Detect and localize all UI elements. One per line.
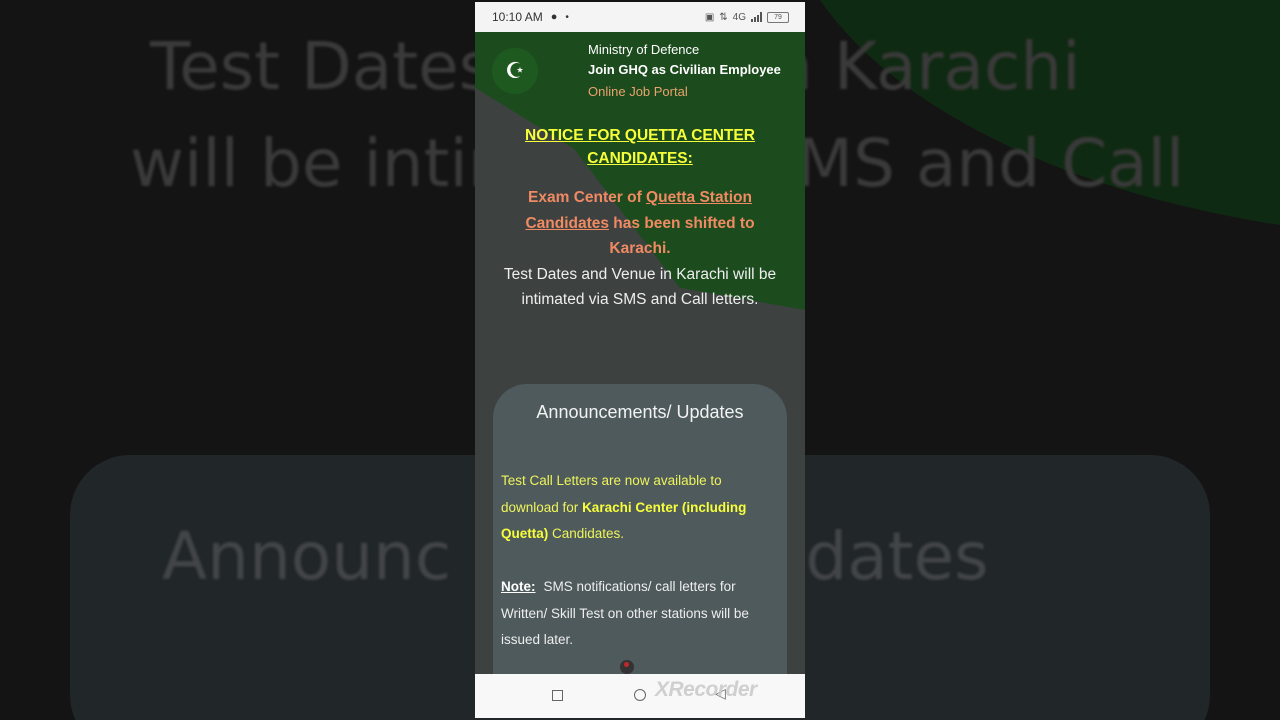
header-text-block: Ministry of Defence Join GHQ as Civilian…: [588, 40, 803, 104]
android-nav-bar: ◁ XRecorder: [475, 674, 805, 718]
ministry-title: Ministry of Defence: [588, 42, 700, 57]
announcements-card: Announcements/ Updates Test Call Letters…: [493, 384, 787, 674]
network-type-label: 4G: [732, 11, 746, 23]
home-button[interactable]: [634, 689, 646, 701]
recent-apps-button[interactable]: [552, 690, 563, 701]
notice-title: NOTICE FOR QUETTA CENTER CANDIDATES:: [525, 127, 755, 167]
phone-screen: 10:10 AM ● • ▣ ⇅ 4G 79 ☪ Ministry of Def…: [475, 2, 805, 718]
notice-sms-message: Test Dates and Venue in Karachi will be …: [503, 265, 777, 309]
status-time: 10:10 AM: [492, 10, 543, 24]
status-bar: 10:10 AM ● • ▣ ⇅ 4G 79: [475, 2, 805, 32]
note-text: SMS notifications/ call letters for Writ…: [501, 579, 749, 647]
recorder-bubble-icon[interactable]: [620, 660, 634, 674]
xrecorder-watermark: XRecorder: [655, 678, 757, 701]
cast-icon: ▣: [704, 11, 715, 23]
status-icons: ▣ ⇅ 4G 79: [704, 11, 789, 23]
chat-notification-icon: ●: [550, 11, 558, 23]
battery-icon: 79: [767, 11, 789, 23]
join-ghq-tagline: Join GHQ as Civilian Employee: [588, 62, 781, 77]
signal-icon: [751, 12, 762, 22]
notice-shift-message: Exam Center of Quetta Station Candidates…: [525, 189, 755, 257]
call-letters-announcement[interactable]: Test Call Letters are now available to d…: [501, 468, 783, 548]
web-page-content[interactable]: ☪ Ministry of Defence Join GHQ as Civili…: [475, 32, 805, 674]
data-transfer-icon: ⇅: [719, 11, 728, 23]
pakistan-army-logo-icon: ☪: [492, 48, 538, 94]
notice-section: NOTICE FOR QUETTA CENTER CANDIDATES: Exa…: [493, 124, 787, 313]
online-job-portal-label: Online Job Portal: [588, 84, 688, 99]
announcements-title: Announcements/ Updates: [536, 402, 744, 422]
note-label: Note:: [501, 579, 536, 594]
more-notifications-icon: •: [565, 11, 569, 23]
note-paragraph: Note: SMS notifications/ call letters for…: [501, 574, 783, 654]
